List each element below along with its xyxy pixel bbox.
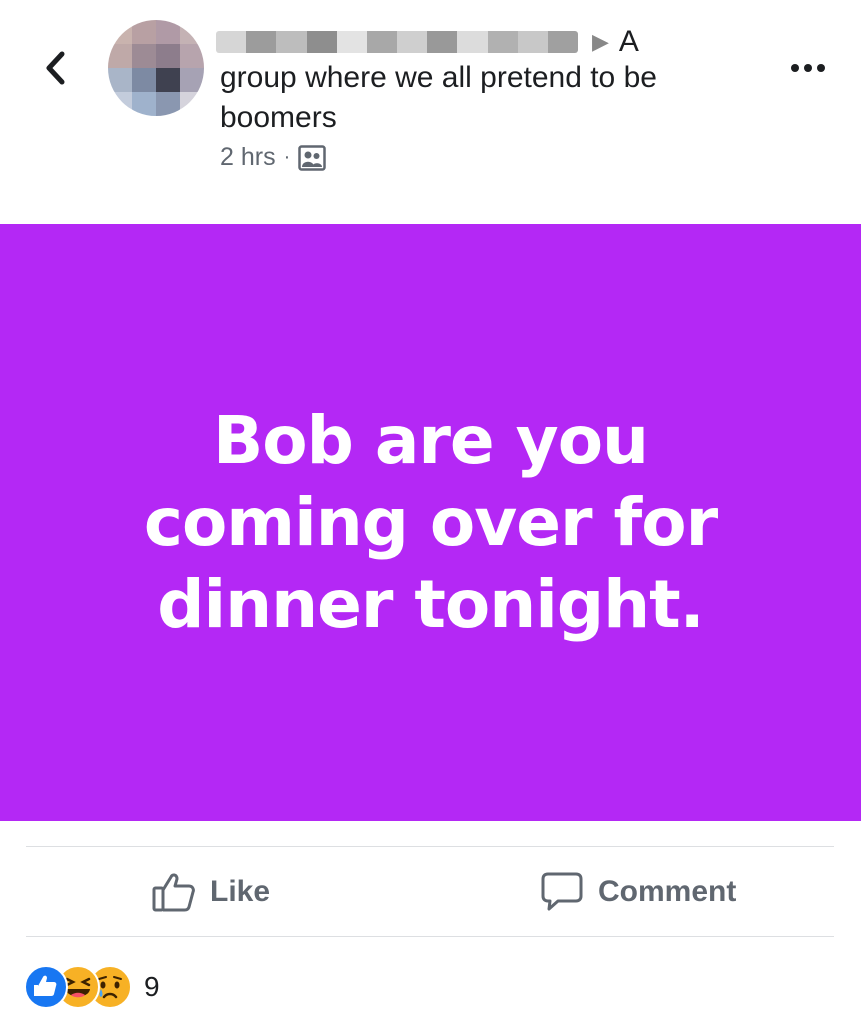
like-label: Like [210, 875, 271, 908]
chevron-left-icon [46, 51, 65, 85]
arrow-right-icon: ▶ [592, 29, 609, 54]
author-group-line: ▶ A [216, 22, 756, 62]
post-text: Bob are you coming over for dinner tonig… [143, 401, 718, 643]
reaction-count: 9 [144, 971, 160, 1002]
more-options-button[interactable] [784, 50, 832, 86]
like-reaction-icon [24, 965, 68, 1009]
speech-bubble-icon [541, 872, 583, 911]
author-avatar[interactable] [108, 20, 204, 116]
divider-bottom [26, 936, 834, 937]
meta-separator: · [283, 146, 291, 168]
post-meta: 2 hrs · [220, 143, 327, 172]
action-bar: Like Comment [0, 848, 861, 936]
group-name-first-word[interactable]: A [619, 25, 639, 59]
group-name[interactable]: group where we all pretend to be boomers [220, 58, 780, 138]
reactions-summary[interactable]: 9 [24, 962, 160, 1012]
group-audience-icon [298, 144, 327, 171]
comment-button[interactable]: Comment [540, 848, 736, 936]
thumbs-up-outline-icon [152, 873, 195, 912]
post-background: Bob are you coming over for dinner tonig… [0, 224, 861, 821]
back-button[interactable] [36, 44, 76, 92]
divider-top [26, 846, 834, 847]
comment-label: Comment [598, 875, 737, 908]
timestamp[interactable]: 2 hrs [220, 143, 276, 172]
more-horizontal-icon [791, 64, 799, 72]
post-header: ▶ A group where we all pretend to be boo… [0, 0, 861, 224]
like-button[interactable]: Like [152, 848, 270, 936]
redacted-author-name[interactable] [216, 31, 578, 53]
